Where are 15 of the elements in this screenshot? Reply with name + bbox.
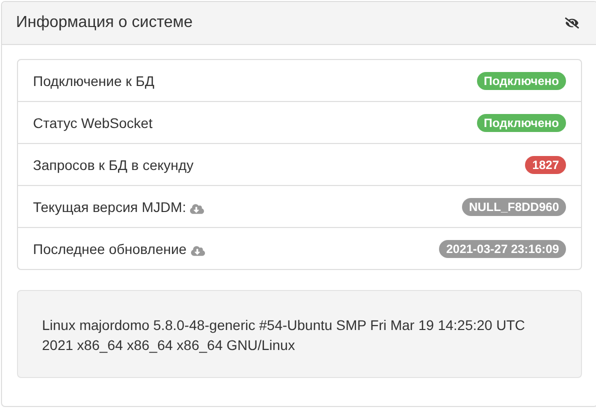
status-badge: 2021-03-27 23:16:09 <box>439 240 566 258</box>
hide-icon[interactable] <box>565 16 579 30</box>
status-label: Запросов к БД в секунду <box>33 156 194 172</box>
system-info-text: Linux majordomo 5.8.0-48-generic #54-Ubuntu SMP Fri Mar 19 14:25:20 UTC 2021 x86_64 x86_64 x86_64 GNU/Linux <box>42 316 526 355</box>
status-label: Подключение к БД <box>33 72 154 88</box>
panel-title: Информация о системе <box>16 14 193 32</box>
status-badge: 1827 <box>525 156 566 174</box>
status-badge: Подключено <box>476 114 566 132</box>
status-label: Статус WebSocket <box>33 114 152 130</box>
status-label: Последнее обновление <box>33 240 187 256</box>
status-label: Текущая версия MJDM: <box>33 198 186 214</box>
cloud-download-icon[interactable] <box>190 202 204 216</box>
status-badge: NULL_F8DD960 <box>462 198 566 216</box>
status-badge: Подключено <box>476 72 566 90</box>
cloud-download-icon[interactable] <box>190 244 205 258</box>
